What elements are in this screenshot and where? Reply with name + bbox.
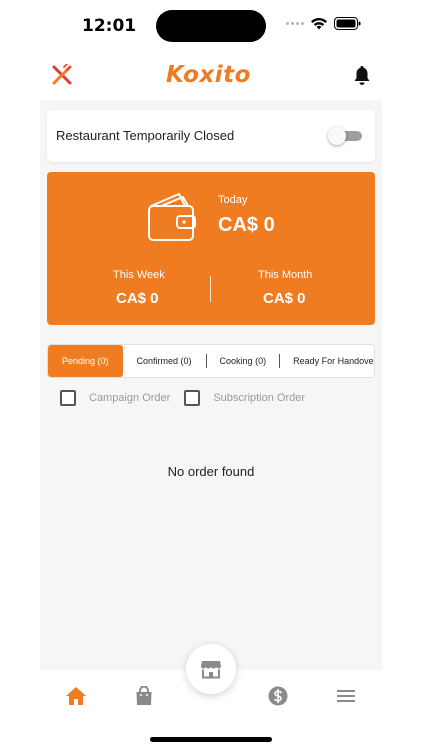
nav-orders[interactable] (132, 684, 156, 708)
app-header: Koxito (0, 58, 422, 96)
status-icons (286, 17, 361, 30)
wifi-icon (311, 18, 327, 30)
app-logo-icon[interactable] (50, 63, 74, 91)
signal-icon (286, 22, 304, 25)
nav-wallet[interactable] (266, 684, 290, 708)
campaign-order-label: Campaign Order (89, 392, 171, 404)
menu-icon (337, 690, 355, 702)
subscription-order-filter[interactable]: Subscription Order (184, 390, 305, 406)
earnings-divider (210, 276, 211, 302)
wallet-icon (145, 188, 201, 249)
campaign-order-checkbox[interactable] (60, 390, 76, 406)
bell-icon[interactable] (353, 66, 371, 91)
nav-home[interactable] (64, 684, 88, 708)
campaign-order-filter[interactable]: Campaign Order (60, 390, 170, 406)
subscription-order-label: Subscription Order (213, 392, 306, 404)
home-indicator (150, 737, 272, 742)
earnings-card: Today CA$ 0 This Week CA$ 0 This Month C… (47, 172, 375, 325)
tab-cooking[interactable]: Cooking (0) (207, 345, 280, 377)
this-month-label: This Month (258, 269, 313, 281)
empty-orders-message: No order found (167, 464, 255, 479)
battery-icon (334, 17, 361, 30)
store-button[interactable] (186, 644, 236, 694)
restaurant-closed-label: Restaurant Temporarily Closed (56, 128, 235, 143)
this-week-label: This Week (113, 269, 165, 281)
nav-menu[interactable] (334, 684, 358, 708)
status-time: 12:01 (82, 16, 137, 36)
status-bar: 12:01 (0, 0, 422, 52)
home-icon (66, 687, 86, 705)
tab-pending[interactable]: Pending (0) (48, 345, 123, 377)
store-icon (201, 661, 221, 679)
order-status-tabs: Pending (0) Confirmed (0) Cooking (0) Re… (47, 344, 375, 378)
restaurant-closed-toggle[interactable] (328, 127, 362, 145)
dynamic-island (156, 10, 266, 42)
dollar-icon (268, 686, 288, 706)
subscription-order-checkbox[interactable] (184, 390, 201, 406)
restaurant-status-card: Restaurant Temporarily Closed (47, 110, 375, 162)
order-filters: Campaign Order Subscription Order (60, 390, 305, 406)
brand-logo: Koxito (166, 62, 251, 88)
this-week-earnings-value: CA$ 0 (116, 290, 159, 307)
dashboard-content: Restaurant Temporarily Closed Today CA$ … (40, 100, 382, 670)
this-month-earnings-value: CA$ 0 (263, 290, 306, 307)
today-earnings-value: CA$ 0 (218, 214, 275, 236)
toggle-knob (328, 127, 346, 145)
shopping-bag-icon (136, 686, 152, 705)
tab-confirmed[interactable]: Confirmed (0) (123, 345, 206, 377)
today-label: Today (218, 194, 248, 206)
tab-ready-for-handover[interactable]: Ready For Handover (0) (280, 345, 374, 377)
